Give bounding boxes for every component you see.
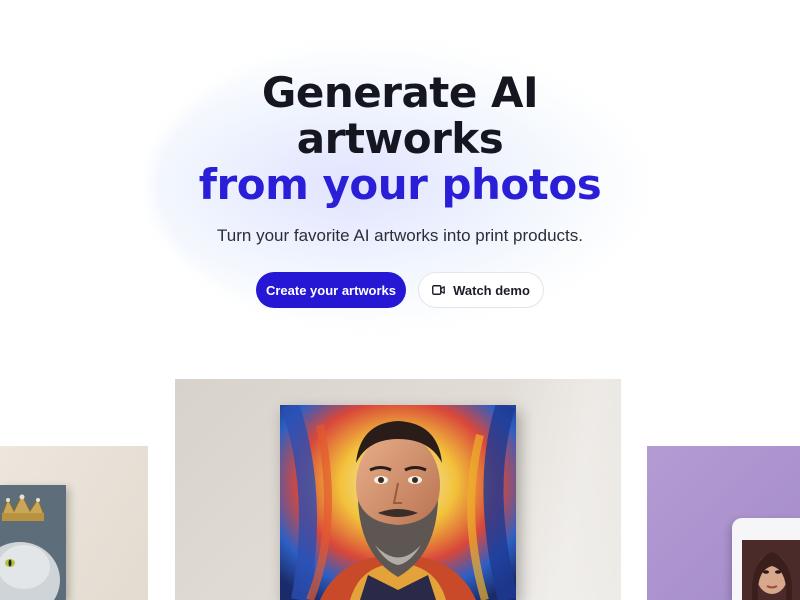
hero-section: Generate AI artworks from your photos Tu… bbox=[0, 70, 800, 308]
watch-demo-button[interactable]: Watch demo bbox=[418, 272, 544, 308]
video-camera-icon bbox=[432, 285, 445, 295]
bearded-man-portrait-canvas bbox=[280, 405, 516, 600]
mug-portrait-print bbox=[742, 540, 800, 600]
portrait-mug bbox=[732, 518, 800, 600]
hero-headline: Generate AI artworks from your photos bbox=[0, 70, 800, 208]
headline-line-2: artworks bbox=[296, 114, 504, 163]
create-artworks-button[interactable]: Create your artworks bbox=[256, 272, 406, 308]
headline-line-1: Generate AI bbox=[261, 68, 539, 117]
window-light-shadow bbox=[501, 379, 621, 600]
hero-actions: Create your artworks Watch demo bbox=[0, 272, 800, 308]
hero-subtitle: Turn your favorite AI artworks into prin… bbox=[217, 226, 583, 245]
cat-with-crown-canvas bbox=[0, 485, 66, 600]
watch-demo-label: Watch demo bbox=[453, 282, 530, 298]
headline-accent: from your photos bbox=[198, 160, 602, 209]
